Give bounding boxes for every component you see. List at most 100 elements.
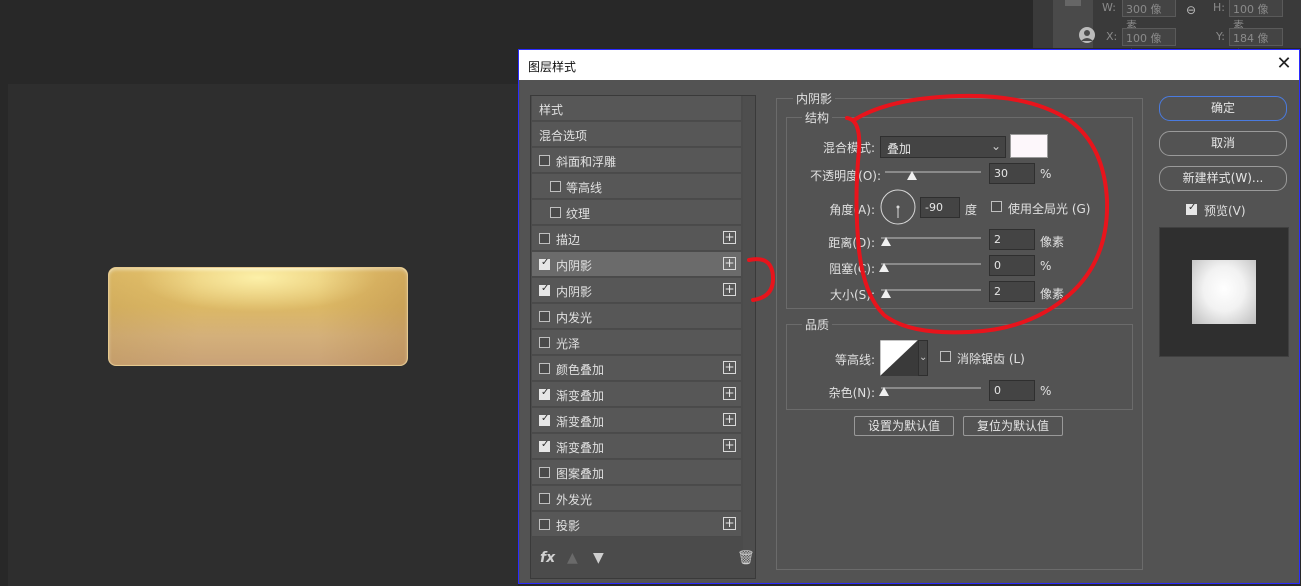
style-list-item-pattern-overlay[interactable]: 图案叠加	[532, 460, 741, 485]
list-item-label: 内阴影	[556, 259, 593, 273]
style-list-item-blending-options[interactable]: 混合选项	[532, 122, 741, 147]
noise-slider-thumb[interactable]	[879, 387, 889, 396]
trash-icon[interactable]: 🗑	[737, 550, 755, 566]
move-up-icon[interactable]: ▲	[567, 550, 578, 566]
list-item-label: 投影	[556, 519, 581, 533]
list-item-label: 内发光	[556, 311, 593, 325]
list-item-label: 斜面和浮雕	[556, 155, 617, 169]
gradient-overlay-1-checkbox[interactable]	[539, 387, 550, 400]
link-icon[interactable]: ⊖	[1186, 3, 1196, 17]
contour-dropdown-chevron-icon[interactable]: ⌄	[918, 340, 928, 376]
gold-button-layer-preview	[108, 267, 408, 366]
style-list: 样式 混合选项 斜面和浮雕 等高线 纹理 描边 + 内阴影 + 内阴	[530, 95, 756, 579]
style-list-item-outer-glow[interactable]: 外发光	[532, 486, 741, 511]
style-list-footer: fx ▲ ▼ 🗑	[531, 546, 755, 578]
dialog-title: 图层样式	[528, 60, 577, 74]
list-item-label: 混合选项	[539, 129, 588, 143]
style-list-scrollbar[interactable]	[743, 96, 755, 551]
drop-shadow-checkbox[interactable]	[539, 519, 550, 530]
fx-icon[interactable]: fx	[540, 550, 555, 566]
noise-label: 杂色(N):	[828, 386, 875, 400]
dialog-titlebar[interactable]: 图层样式 ✕	[519, 50, 1299, 80]
noise-slider-track[interactable]	[881, 387, 981, 389]
h-label: H:	[1213, 1, 1225, 14]
list-item-label: 渐变叠加	[556, 415, 605, 429]
style-list-item-drop-shadow[interactable]: 投影 +	[532, 512, 741, 537]
add-gradient-overlay-icon[interactable]: +	[723, 413, 736, 426]
ok-button[interactable]: 确定	[1159, 96, 1287, 121]
add-gradient-overlay-icon[interactable]: +	[723, 387, 736, 400]
properties-panel: W: 300 像素 ⊖ H: 100 像素 X: 100 像素 Y: 184 像…	[1033, 0, 1301, 61]
reset-default-button[interactable]: 复位为默认值	[963, 416, 1063, 436]
contour-checkbox[interactable]	[550, 181, 561, 192]
x-label: X:	[1106, 30, 1118, 43]
gradient-overlay-3-checkbox[interactable]	[539, 439, 550, 452]
list-item-label: 内阴影	[556, 285, 593, 299]
outer-glow-checkbox[interactable]	[539, 493, 550, 504]
height-field[interactable]: 100 像素	[1229, 0, 1283, 32]
style-preview-swatch	[1192, 260, 1256, 324]
list-item-label: 外发光	[556, 493, 593, 507]
list-item-label: 等高线	[566, 181, 603, 195]
satin-checkbox[interactable]	[539, 337, 550, 348]
bevel-emboss-checkbox[interactable]	[539, 155, 550, 166]
new-style-button[interactable]: 新建样式(W)...	[1159, 166, 1287, 191]
list-item-label: 渐变叠加	[556, 389, 605, 403]
add-inner-shadow-icon[interactable]: +	[723, 257, 736, 270]
style-list-item-satin[interactable]: 光泽	[532, 330, 741, 355]
x-field[interactable]: 100 像素	[1122, 28, 1176, 61]
style-list-item-stroke[interactable]: 描边 +	[532, 226, 741, 251]
inner-shadow-1-checkbox[interactable]	[539, 257, 550, 270]
list-item-label: 颜色叠加	[556, 363, 605, 377]
list-item-label: 渐变叠加	[556, 441, 605, 455]
style-list-item-gradient-overlay-2[interactable]: 渐变叠加 +	[532, 408, 741, 433]
noise-input[interactable]: 0	[989, 380, 1035, 401]
cancel-button[interactable]: 取消	[1159, 131, 1287, 156]
add-inner-shadow-icon[interactable]: +	[723, 283, 736, 296]
layer-style-dialog: 图层样式 ✕ 样式 混合选项 斜面和浮雕 等高线 纹理 描边 + 内阴影	[518, 49, 1300, 584]
color-overlay-checkbox[interactable]	[539, 363, 550, 374]
inner-shadow-2-checkbox[interactable]	[539, 283, 550, 296]
width-field[interactable]: 300 像素	[1122, 0, 1176, 32]
style-list-item-contour[interactable]: 等高线	[532, 174, 741, 199]
antialias-checkbox[interactable]	[940, 351, 951, 362]
style-preview-box	[1159, 227, 1289, 357]
stroke-checkbox[interactable]	[539, 233, 550, 244]
antialias-label: 消除锯齿 (L)	[957, 352, 1025, 366]
add-drop-shadow-icon[interactable]: +	[723, 517, 736, 530]
style-list-item-color-overlay[interactable]: 颜色叠加 +	[532, 356, 741, 381]
style-list-item-gradient-overlay-3[interactable]: 渐变叠加 +	[532, 434, 741, 459]
add-stroke-icon[interactable]: +	[723, 231, 736, 244]
add-color-overlay-icon[interactable]: +	[723, 361, 736, 374]
preview-checkbox[interactable]	[1186, 202, 1197, 215]
inner-glow-checkbox[interactable]	[539, 311, 550, 322]
list-item-label: 描边	[556, 233, 581, 247]
move-down-icon[interactable]: ▼	[593, 550, 604, 566]
close-icon[interactable]: ✕	[1274, 54, 1294, 74]
group-title-quality: 品质	[802, 316, 833, 333]
style-list-item-inner-shadow-2[interactable]: 内阴影 +	[532, 278, 741, 303]
style-list-item-inner-glow[interactable]: 内发光	[532, 304, 741, 329]
texture-checkbox[interactable]	[550, 207, 561, 218]
preview-label: 预览(V)	[1204, 204, 1246, 218]
style-list-item-styles[interactable]: 样式	[532, 96, 741, 121]
y-field[interactable]: 184 像素	[1229, 28, 1283, 61]
pattern-overlay-checkbox[interactable]	[539, 467, 550, 478]
contour-preview[interactable]	[880, 340, 918, 376]
noise-unit: %	[1040, 384, 1052, 398]
group-title-structure: 结构	[802, 109, 833, 126]
set-default-button[interactable]: 设置为默认值	[854, 416, 954, 436]
add-gradient-overlay-icon[interactable]: +	[723, 439, 736, 452]
style-list-item-gradient-overlay-1[interactable]: 渐变叠加 +	[532, 382, 741, 407]
tool-column	[1053, 0, 1095, 48]
style-list-item-bevel-emboss[interactable]: 斜面和浮雕	[532, 148, 741, 173]
list-item-label: 纹理	[566, 207, 591, 221]
w-label: W:	[1102, 1, 1116, 14]
style-list-item-inner-shadow-1[interactable]: 内阴影 +	[532, 252, 741, 277]
list-item-label: 光泽	[556, 337, 581, 351]
person-icon[interactable]	[1077, 26, 1097, 44]
list-item-label: 样式	[539, 103, 564, 117]
style-list-item-texture[interactable]: 纹理	[532, 200, 741, 225]
tool-icon[interactable]	[1065, 0, 1081, 6]
gradient-overlay-2-checkbox[interactable]	[539, 413, 550, 426]
